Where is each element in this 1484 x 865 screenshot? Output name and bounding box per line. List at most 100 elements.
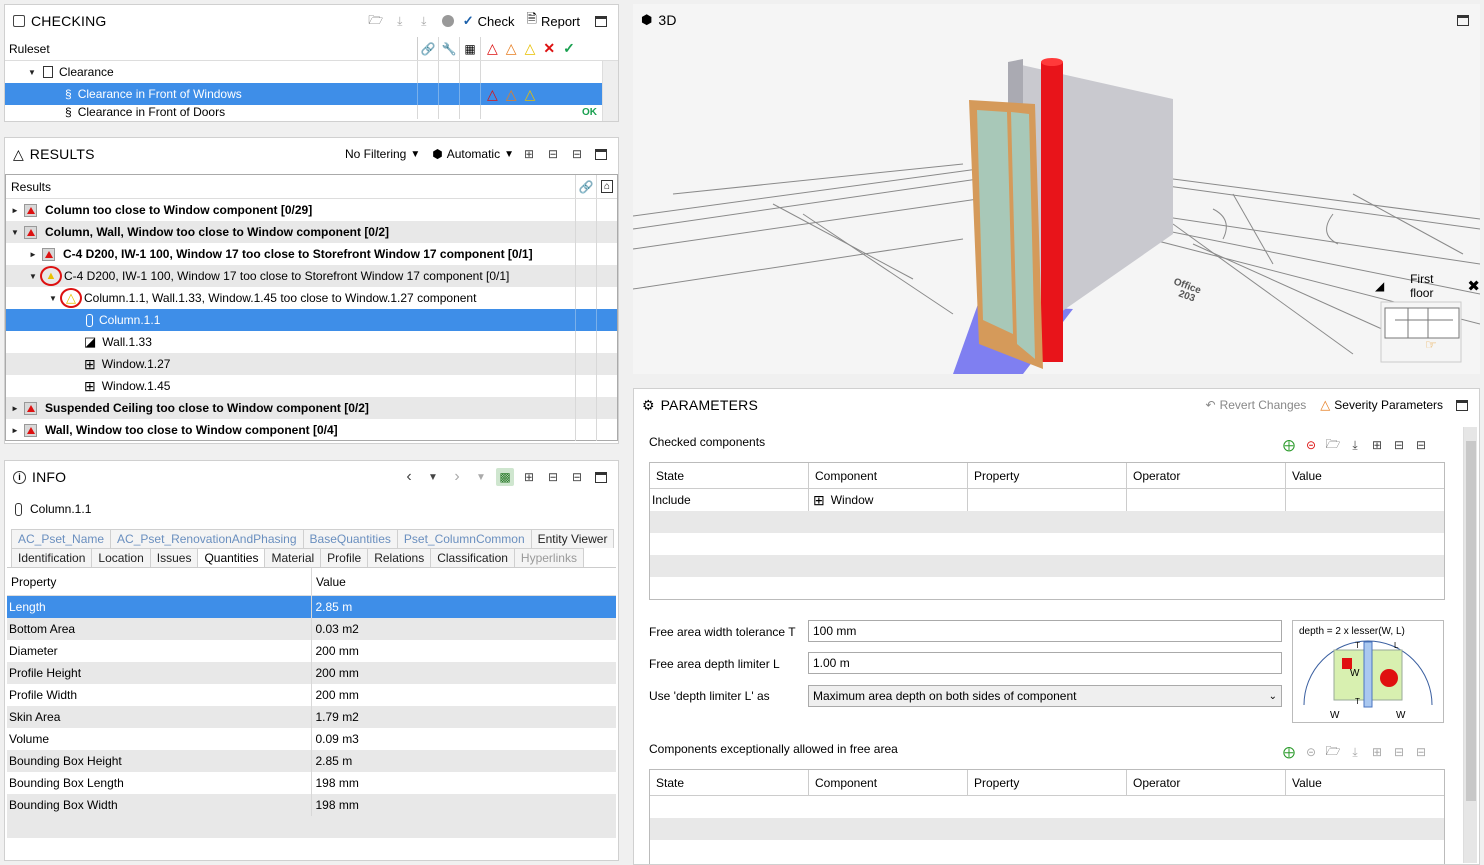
expand-icon[interactable]: ⊟ bbox=[1412, 436, 1430, 454]
add-icon[interactable]: ⊞ bbox=[1368, 743, 1386, 761]
quantity-row[interactable]: Bottom Area 0.03 m2 bbox=[7, 618, 616, 640]
scrollbar-thumb[interactable] bbox=[1466, 441, 1476, 801]
result-row[interactable]: ▼ ▲ C-4 D200, IW-1 100, Window 17 too clos… bbox=[6, 265, 617, 287]
history-dropdown-icon[interactable]: ▼ bbox=[472, 468, 490, 486]
result-row[interactable]: ⊞ Window.1.45 bbox=[6, 375, 617, 397]
maximize-icon[interactable] bbox=[1454, 11, 1472, 29]
collapse-icon[interactable]: ⊟ bbox=[1390, 743, 1408, 761]
highlight-icon[interactable]: ▩ bbox=[496, 468, 514, 486]
tab-pset-column-common[interactable]: Pset_ColumnCommon bbox=[396, 529, 532, 548]
quantity-row[interactable]: Skin Area 1.79 m2 bbox=[7, 706, 616, 728]
maximize-icon[interactable] bbox=[592, 145, 610, 163]
result-row[interactable]: ► Suspended Ceiling too close to Window c… bbox=[6, 397, 617, 419]
caret-right-icon[interactable]: ► bbox=[28, 250, 38, 259]
result-row[interactable]: ⊞ Window.1.27 bbox=[6, 353, 617, 375]
forward-icon[interactable]: › bbox=[448, 468, 466, 486]
result-row[interactable]: ► C-4 D200, IW-1 100, Window 17 too close… bbox=[6, 243, 617, 265]
tolerance-input[interactable] bbox=[808, 620, 1282, 642]
result-row-selected[interactable]: Column.1.1 bbox=[6, 309, 617, 331]
mode-dropdown[interactable]: ⬢ Automatic ▼ bbox=[432, 147, 514, 161]
tab-issues[interactable]: Issues bbox=[149, 548, 199, 567]
caret-down-icon[interactable]: ▼ bbox=[28, 272, 38, 281]
remove-row-icon[interactable]: ⊝ bbox=[1302, 436, 1320, 454]
open-folder-icon[interactable]: 🗁 bbox=[1324, 436, 1342, 454]
maximize-icon[interactable] bbox=[592, 12, 610, 30]
result-row[interactable]: ▼ △ Column.1.1, Wall.1.33, Window.1.45 too… bbox=[6, 287, 617, 309]
tab-relations[interactable]: Relations bbox=[367, 548, 432, 567]
download-icon[interactable]: ⤓ bbox=[391, 12, 409, 30]
collapse-icon[interactable]: ⊟ bbox=[544, 145, 562, 163]
stop-icon[interactable] bbox=[439, 12, 457, 30]
checking-title: CHECKING bbox=[31, 13, 107, 29]
tab-ac-pset-name[interactable]: AC_Pset_Name bbox=[11, 529, 112, 548]
parameters-scrollbar[interactable] bbox=[1463, 427, 1477, 863]
quantity-row[interactable]: Bounding Box Length 198 mm bbox=[7, 772, 616, 794]
ruleset-row-selected[interactable]: § Clearance in Front of Windows △ △ △ bbox=[5, 83, 618, 105]
quantity-row[interactable]: Diameter 200 mm bbox=[7, 640, 616, 662]
add-row-icon[interactable]: ⨁ bbox=[1280, 436, 1298, 454]
download-icon[interactable]: ⤓ bbox=[1346, 436, 1364, 454]
back-icon[interactable]: ‹ bbox=[400, 468, 418, 486]
quantity-row[interactable]: Bounding Box Width 198 mm bbox=[7, 794, 616, 816]
quantity-row[interactable]: Profile Height 200 mm bbox=[7, 662, 616, 684]
caret-right-icon[interactable]: ► bbox=[10, 426, 20, 435]
quantity-row[interactable]: Length 2.85 m bbox=[7, 596, 616, 618]
expand-icon[interactable]: ⊟ bbox=[568, 468, 586, 486]
tab-material[interactable]: Material bbox=[264, 548, 322, 567]
check-button[interactable]: ✓ Check bbox=[463, 13, 515, 29]
tab-quantities[interactable]: Quantities bbox=[197, 548, 266, 567]
download-icon[interactable]: ⤓ bbox=[1346, 743, 1364, 761]
result-row[interactable]: ► Column too close to Window component [0… bbox=[6, 199, 617, 221]
open-folder-icon[interactable]: 🗁 bbox=[1324, 743, 1342, 761]
caret-down-icon[interactable]: ▼ bbox=[48, 294, 58, 303]
navigation-cube[interactable]: ☞ bbox=[1380, 301, 1462, 363]
add-icon[interactable]: ⊞ bbox=[1368, 436, 1386, 454]
use-depth-select[interactable]: Maximum area depth on both sides of comp… bbox=[808, 685, 1282, 707]
add-row-icon[interactable]: ⨁ bbox=[1280, 743, 1298, 761]
add-icon[interactable]: ⊞ bbox=[520, 145, 538, 163]
tab-location[interactable]: Location bbox=[91, 548, 151, 567]
result-row[interactable]: ► Wall, Window too close to Window compon… bbox=[6, 419, 617, 441]
depth-limiter-input[interactable] bbox=[808, 652, 1282, 674]
history-dropdown-icon[interactable]: ▼ bbox=[424, 468, 442, 486]
maximize-icon[interactable] bbox=[592, 468, 610, 486]
viewport-3d[interactable]: Office 203 ☞ bbox=[633, 4, 1480, 374]
close-icon[interactable]: ✖ bbox=[1467, 277, 1480, 295]
add-icon[interactable]: ⊞ bbox=[520, 468, 538, 486]
caret-right-icon[interactable]: ► bbox=[10, 206, 20, 215]
caret-right-icon[interactable]: ► bbox=[10, 404, 20, 413]
quantity-row[interactable]: Profile Width 200 mm bbox=[7, 684, 616, 706]
tab-base-quantities[interactable]: BaseQuantities bbox=[302, 529, 398, 548]
remove-row-icon[interactable]: ⊝ bbox=[1302, 743, 1320, 761]
open-folder-icon[interactable]: 🗁 bbox=[367, 12, 385, 30]
tab-classification[interactable]: Classification bbox=[430, 548, 515, 567]
result-row[interactable]: ▼ Column, Wall, Window too close to Windo… bbox=[6, 221, 617, 243]
revert-changes-button[interactable]: ↶ Revert Changes bbox=[1206, 398, 1307, 412]
collapse-icon[interactable]: ⊟ bbox=[544, 468, 562, 486]
ruleset-row[interactable]: ▼ Clearance bbox=[5, 61, 618, 83]
quantity-row[interactable]: Volume 0.09 m3 bbox=[7, 728, 616, 750]
checking-scrollbar[interactable] bbox=[602, 61, 618, 121]
grid-row[interactable]: Include ⊞ Window bbox=[650, 489, 1444, 511]
expand-icon[interactable]: ⊟ bbox=[1412, 743, 1430, 761]
tab-profile[interactable]: Profile bbox=[320, 548, 369, 567]
floor-selector[interactable]: ◢ First floor ✖ bbox=[1375, 272, 1480, 300]
caret-down-icon[interactable]: ▼ bbox=[27, 68, 37, 77]
ruleset-row[interactable]: § Clearance in Front of Doors OK bbox=[5, 105, 618, 119]
quantity-value: 198 mm bbox=[315, 776, 359, 790]
tab-identification[interactable]: Identification bbox=[11, 548, 93, 567]
caret-down-icon[interactable]: ▼ bbox=[10, 228, 20, 237]
severity-parameters-button[interactable]: △ Severity Parameters bbox=[1320, 397, 1443, 413]
filter-dropdown[interactable]: No Filtering ▼ bbox=[345, 147, 420, 161]
tab-hyperlinks[interactable]: Hyperlinks bbox=[513, 548, 584, 567]
tab-entity-viewer[interactable]: Entity Viewer bbox=[530, 529, 615, 548]
expand-icon[interactable]: ⊟ bbox=[568, 145, 586, 163]
quantity-row[interactable]: Bounding Box Height 2.85 m bbox=[7, 750, 616, 772]
download-all-icon[interactable]: ⤓ bbox=[415, 12, 433, 30]
quantity-value: 0.09 m3 bbox=[315, 732, 359, 746]
result-row[interactable]: ◪ Wall.1.33 bbox=[6, 331, 617, 353]
report-button[interactable]: 🗎 Report bbox=[527, 10, 580, 32]
maximize-icon[interactable] bbox=[1453, 396, 1471, 414]
tab-ac-pset-renovation[interactable]: AC_Pset_RenovationAndPhasing bbox=[110, 529, 304, 548]
collapse-icon[interactable]: ⊟ bbox=[1390, 436, 1408, 454]
